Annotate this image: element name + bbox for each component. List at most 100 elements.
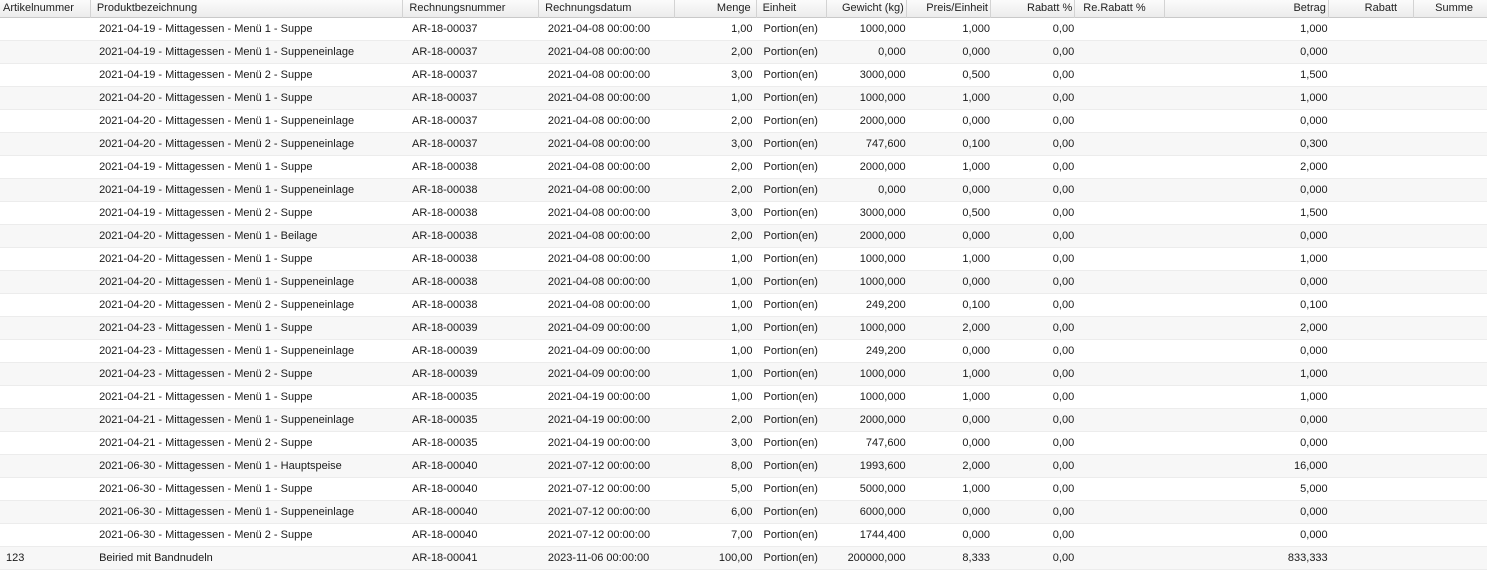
cell-preis-einheit: 0,000 <box>962 506 990 518</box>
cell-re-rabatt-prozent <box>1076 363 1165 385</box>
cell-rabatt-prozent: 0,00 <box>1052 46 1075 58</box>
column-header-re-rabatt-prozent[interactable]: Re.Rabatt % <box>1075 0 1165 18</box>
cell-re-rabatt-prozent <box>1076 41 1165 63</box>
table-row[interactable]: 2021-04-21 - Mittagessen - Menü 1 - Supp… <box>0 409 1487 432</box>
table-row[interactable]: 2021-04-23 - Mittagessen - Menü 1 - Supp… <box>0 340 1487 363</box>
cell-gewicht: 3000,000 <box>859 69 906 81</box>
table-row[interactable]: 2021-04-19 - Mittagessen - Menü 1 - Supp… <box>0 179 1487 202</box>
grid-header: Artikelnummer Produktbezeichnung Rechnun… <box>0 0 1487 18</box>
table-row[interactable]: 2021-04-20 - Mittagessen - Menü 1 - Supp… <box>0 248 1487 271</box>
cell-artikelnummer <box>0 501 91 523</box>
column-header-betrag[interactable]: Betrag <box>1165 0 1329 18</box>
cell-gewicht: 249,200 <box>865 345 906 357</box>
cell-summe <box>1414 386 1487 408</box>
table-row[interactable]: 2021-04-21 - Mittagessen - Menü 1 - Supp… <box>0 386 1487 409</box>
cell-artikelnummer <box>0 363 91 385</box>
table-row[interactable]: 2021-04-19 - Mittagessen - Menü 1 - Supp… <box>0 18 1487 41</box>
cell-artikelnummer: 123 <box>6 552 25 564</box>
cell-preis-einheit: 1,000 <box>962 92 990 104</box>
cell-summe <box>1414 340 1487 362</box>
column-header-summe[interactable]: Summe <box>1414 0 1487 18</box>
cell-artikelnummer <box>0 41 91 63</box>
cell-rabatt <box>1330 547 1414 569</box>
table-row[interactable]: 2021-04-20 - Mittagessen - Menü 1 - Supp… <box>0 87 1487 110</box>
column-header-produktbezeichnung[interactable]: Produktbezeichnung <box>91 0 404 18</box>
cell-menge: 2,00 <box>731 115 753 127</box>
table-row[interactable]: 2021-06-30 - Mittagessen - Menü 2 - Supp… <box>0 524 1487 547</box>
cell-rabatt <box>1330 179 1414 201</box>
cell-menge: 5,00 <box>731 483 753 495</box>
column-header-menge[interactable]: Menge <box>675 0 757 18</box>
column-header-rabatt[interactable]: Rabatt <box>1329 0 1415 18</box>
table-row[interactable]: 2021-04-21 - Mittagessen - Menü 2 - Supp… <box>0 432 1487 455</box>
cell-preis-einheit: 0,000 <box>962 345 990 357</box>
cell-produktbezeichnung: 2021-04-19 - Mittagessen - Menü 1 - Supp… <box>99 46 355 58</box>
cell-preis-einheit: 0,100 <box>962 299 990 311</box>
cell-rechnungsnummer: AR-18-00037 <box>412 115 478 127</box>
cell-betrag: 2,000 <box>1300 322 1328 334</box>
cell-rechnungsnummer: AR-18-00037 <box>412 46 478 58</box>
cell-rechnungsdatum: 2021-04-08 00:00:00 <box>547 207 651 219</box>
cell-produktbezeichnung: 2021-04-20 - Mittagessen - Menü 1 - Supp… <box>99 253 313 265</box>
table-row[interactable]: 2021-04-20 - Mittagessen - Menü 1 - Beil… <box>0 225 1487 248</box>
cell-rechnungsnummer: AR-18-00035 <box>412 391 478 403</box>
table-row[interactable]: 2021-04-19 - Mittagessen - Menü 1 - Supp… <box>0 41 1487 64</box>
table-row[interactable]: 2021-06-30 - Mittagessen - Menü 1 - Supp… <box>0 478 1487 501</box>
table-row[interactable]: 2021-04-19 - Mittagessen - Menü 2 - Supp… <box>0 64 1487 87</box>
cell-rabatt-prozent: 0,00 <box>1052 184 1075 196</box>
column-header-rechnungsnummer[interactable]: Rechnungsnummer <box>403 0 540 18</box>
cell-betrag: 1,000 <box>1300 23 1328 35</box>
cell-rabatt-prozent: 0,00 <box>1052 207 1075 219</box>
cell-gewicht: 747,600 <box>865 138 906 150</box>
cell-einheit: Portion(en) <box>763 23 818 35</box>
cell-menge: 1,00 <box>731 345 753 357</box>
cell-artikelnummer <box>0 18 91 40</box>
column-header-rabatt-prozent[interactable]: Rabatt % <box>991 0 1076 18</box>
cell-rabatt <box>1330 432 1414 454</box>
cell-rabatt <box>1330 271 1414 293</box>
table-row[interactable]: 2021-04-20 - Mittagessen - Menü 2 - Supp… <box>0 294 1487 317</box>
table-row[interactable]: 123 Beiried mit Bandnudeln AR-18-00041 2023… <box>0 547 1487 570</box>
cell-rechnungsdatum: 2021-04-08 00:00:00 <box>547 138 651 150</box>
cell-gewicht: 5000,000 <box>859 483 906 495</box>
cell-gewicht: 249,200 <box>865 299 906 311</box>
column-header-gewicht[interactable]: Gewicht (kg) <box>827 0 907 18</box>
cell-rechnungsnummer: AR-18-00038 <box>412 299 478 311</box>
cell-betrag: 1,000 <box>1300 391 1328 403</box>
cell-rechnungsdatum: 2021-04-09 00:00:00 <box>547 368 651 380</box>
cell-rabatt-prozent: 0,00 <box>1052 230 1075 242</box>
cell-produktbezeichnung: 2021-04-20 - Mittagessen - Menü 1 - Supp… <box>99 115 355 127</box>
cell-rabatt <box>1330 248 1414 270</box>
cell-rechnungsnummer: AR-18-00040 <box>412 460 478 472</box>
cell-re-rabatt-prozent <box>1076 225 1165 247</box>
column-header-rechnungsdatum[interactable]: Rechnungsdatum <box>539 0 675 18</box>
cell-rabatt <box>1330 294 1414 316</box>
table-row[interactable]: 2021-06-30 - Mittagessen - Menü 1 - Supp… <box>0 501 1487 524</box>
table-row[interactable]: 2021-04-23 - Mittagessen - Menü 1 - Supp… <box>0 317 1487 340</box>
cell-betrag: 1,500 <box>1300 207 1328 219</box>
column-header-preis-einheit[interactable]: Preis/Einheit <box>907 0 991 18</box>
table-row[interactable]: 2021-04-20 - Mittagessen - Menü 2 - Supp… <box>0 133 1487 156</box>
column-header-artikelnummer[interactable]: Artikelnummer <box>0 0 91 18</box>
cell-rabatt-prozent: 0,00 <box>1052 414 1075 426</box>
table-row[interactable]: 2021-06-30 - Mittagessen - Menü 1 - Haup… <box>0 455 1487 478</box>
grid-body: 2021-04-19 - Mittagessen - Menü 1 - Supp… <box>0 18 1487 570</box>
cell-rechnungsnummer: AR-18-00039 <box>412 322 478 334</box>
table-row[interactable]: 2021-04-23 - Mittagessen - Menü 2 - Supp… <box>0 363 1487 386</box>
table-row[interactable]: 2021-04-20 - Mittagessen - Menü 1 - Supp… <box>0 110 1487 133</box>
cell-produktbezeichnung: 2021-04-19 - Mittagessen - Menü 2 - Supp… <box>99 207 313 219</box>
column-header-einheit[interactable]: Einheit <box>757 0 828 18</box>
cell-gewicht: 2000,000 <box>859 230 906 242</box>
cell-betrag: 0,000 <box>1300 230 1328 242</box>
cell-re-rabatt-prozent <box>1076 156 1165 178</box>
table-row[interactable]: 2021-04-20 - Mittagessen - Menü 1 - Supp… <box>0 271 1487 294</box>
cell-menge: 100,00 <box>718 552 753 564</box>
cell-betrag: 0,100 <box>1300 299 1328 311</box>
cell-preis-einheit: 0,000 <box>962 529 990 541</box>
cell-rechnungsdatum: 2021-04-19 00:00:00 <box>547 414 651 426</box>
cell-rabatt <box>1330 478 1414 500</box>
table-row[interactable]: 2021-04-19 - Mittagessen - Menü 2 - Supp… <box>0 202 1487 225</box>
cell-einheit: Portion(en) <box>763 322 818 334</box>
cell-rabatt-prozent: 0,00 <box>1052 322 1075 334</box>
table-row[interactable]: 2021-04-19 - Mittagessen - Menü 1 - Supp… <box>0 156 1487 179</box>
